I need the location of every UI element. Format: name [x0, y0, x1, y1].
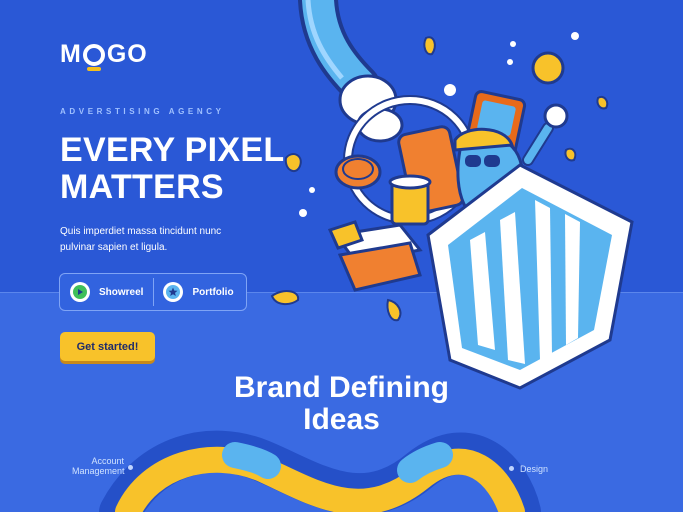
section-title-line-1: Brand Defining — [234, 371, 449, 404]
headline-line-1: EVERY PIXEL — [60, 131, 285, 169]
star-icon — [163, 282, 184, 302]
brand-logo[interactable]: M GO — [60, 40, 148, 71]
section-title: Brand Defining Ideas — [0, 372, 683, 436]
logo-o-mark — [82, 43, 105, 71]
portfolio-button[interactable]: Portfolio — [163, 277, 234, 307]
showreel-button[interactable]: Showreel — [70, 277, 143, 307]
section-title-line-2: Ideas — [303, 403, 380, 436]
play-icon — [70, 282, 90, 302]
hero-headline: EVERY PIXEL MATTERS — [60, 132, 284, 206]
hero-description: Quis imperdiet massa tincidunt nunc pulv… — [60, 226, 222, 253]
showreel-label: Showreel — [99, 286, 144, 298]
portfolio-label: Portfolio — [192, 286, 234, 298]
get-started-button[interactable]: Get started! — [60, 332, 155, 361]
media-toggle: Showreel Portfolio — [59, 273, 247, 311]
agency-tagline: ADVERSTISING AGENCY — [60, 107, 225, 116]
headline-line-2: MATTERS — [60, 168, 224, 206]
label-account-management: Account Management — [72, 456, 125, 476]
account-dot — [128, 465, 133, 470]
design-dot — [509, 466, 514, 471]
label-design: Design — [520, 464, 549, 474]
divider — [153, 278, 155, 306]
